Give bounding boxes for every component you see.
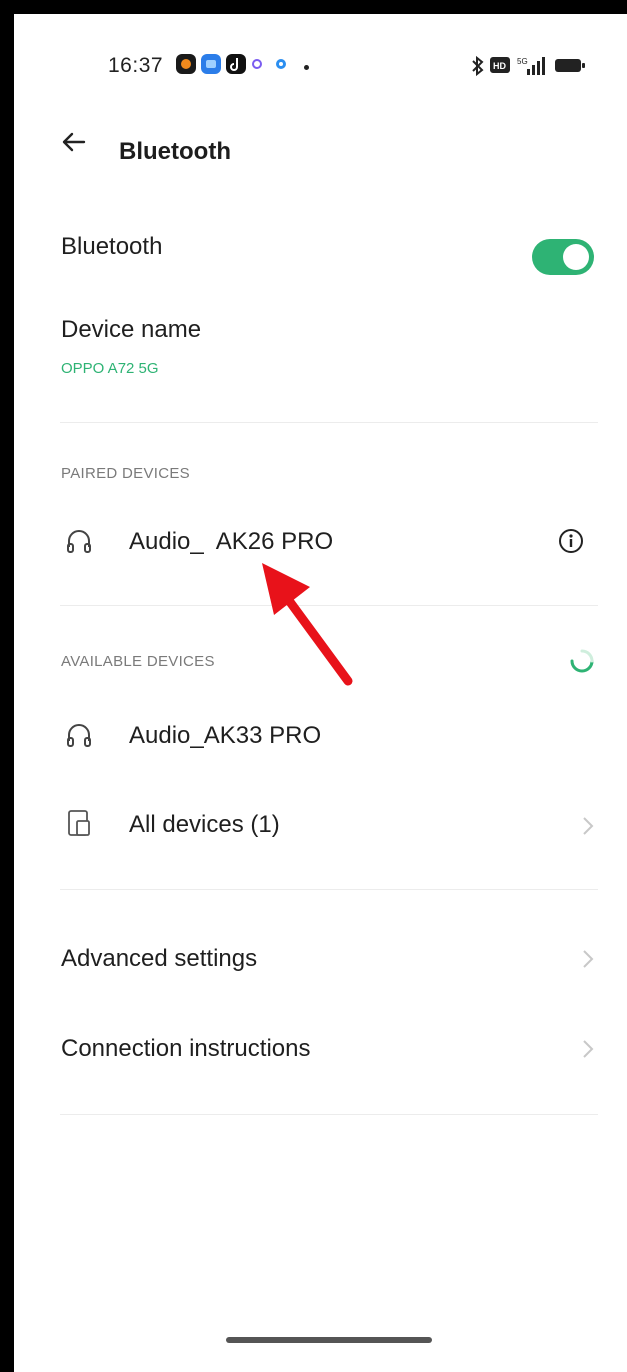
- ring-icon: [276, 59, 286, 69]
- svg-text:HD: HD: [493, 61, 506, 71]
- ring-icon: [252, 59, 262, 69]
- bluetooth-settings-screen: 16:37 HD 5G Bluetooth Bluetooth Device n…: [14, 14, 627, 1372]
- paired-device-name: Audio_ AK26 PRO: [129, 528, 334, 555]
- annotation-arrow: [244, 559, 374, 699]
- status-bar: 16:37 HD 5G: [14, 48, 627, 88]
- device-name-value: OPPO A72 5G: [61, 360, 159, 377]
- signal-icon: 5G: [517, 55, 549, 82]
- chevron-right-icon: [580, 1036, 596, 1062]
- home-indicator[interactable]: [226, 1337, 432, 1343]
- devices-icon: [66, 808, 94, 843]
- battery-icon: [554, 55, 586, 80]
- dot-icon: [304, 65, 309, 70]
- headphones-icon: [64, 527, 94, 562]
- available-devices-header: AVAILABLE DEVICES: [61, 653, 215, 670]
- bluetooth-icon: [471, 55, 485, 82]
- divider: [60, 1114, 598, 1115]
- divider: [60, 889, 598, 890]
- svg-text:5G: 5G: [517, 57, 528, 66]
- bluetooth-toggle[interactable]: [532, 239, 594, 275]
- all-devices-label: All devices (1): [129, 811, 280, 838]
- bluetooth-toggle-label: Bluetooth: [61, 233, 163, 260]
- paired-devices-header: PAIRED DEVICES: [61, 465, 190, 482]
- page-title: Bluetooth: [119, 138, 231, 165]
- chevron-right-icon: [580, 813, 596, 839]
- connection-instructions-label: Connection instructions: [61, 1035, 311, 1062]
- info-icon[interactable]: [557, 527, 585, 560]
- blue-app-icon: [201, 54, 221, 74]
- toggle-knob: [563, 244, 589, 270]
- orange-app-icon: [176, 54, 196, 74]
- divider: [60, 422, 598, 423]
- back-arrow-icon[interactable]: [56, 124, 92, 160]
- device-name-label: Device name: [61, 316, 202, 343]
- headphones-icon: [64, 721, 94, 756]
- chevron-right-icon: [580, 946, 596, 972]
- status-time: 16:37: [108, 54, 164, 77]
- advanced-settings-label: Advanced settings: [61, 945, 258, 972]
- hd-icon: HD: [489, 55, 511, 80]
- available-device-name: Audio_AK33 PRO: [129, 722, 322, 749]
- tiktok-icon: [226, 54, 246, 74]
- loading-spinner-icon: [567, 646, 597, 681]
